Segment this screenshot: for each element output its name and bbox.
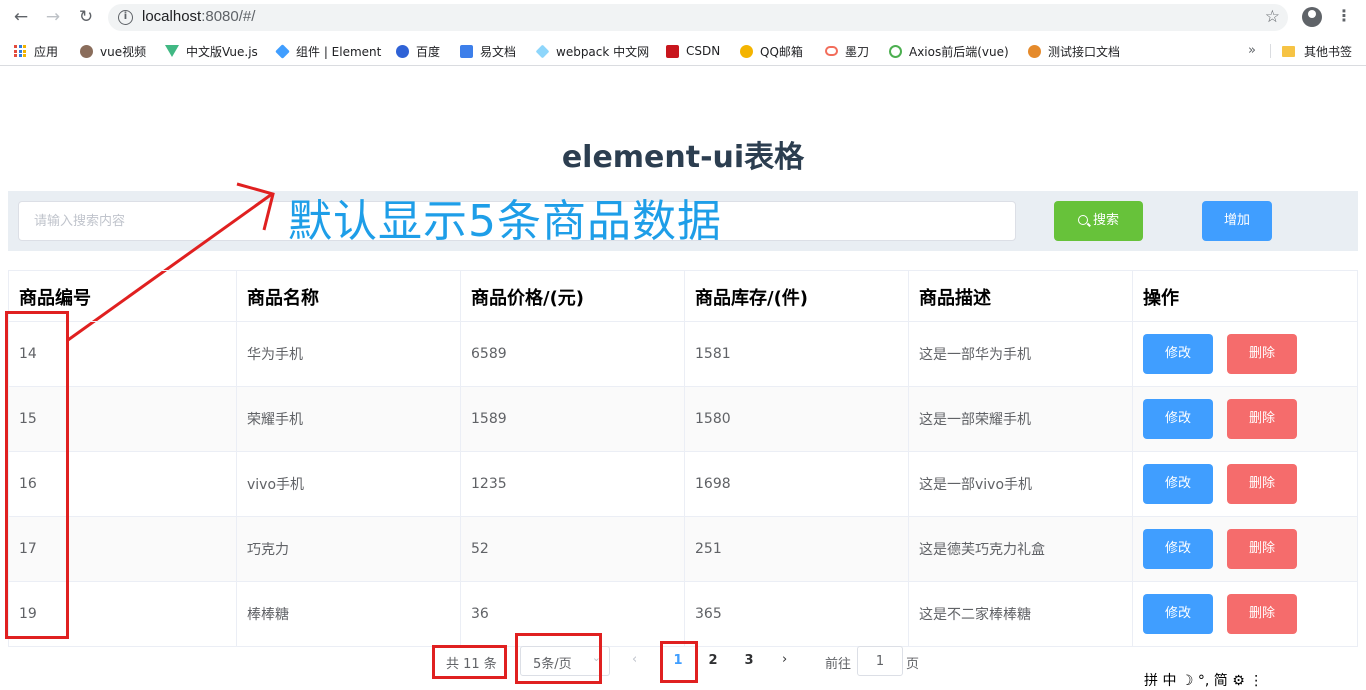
annotation-text: 默认显示5条商品数据 — [288, 196, 722, 247]
page-suffix: 页 — [906, 657, 920, 672]
cell-price: 1589 — [461, 387, 685, 451]
cell-stock: 251 — [685, 517, 909, 581]
page-number-2[interactable]: 2 — [700, 653, 726, 668]
cell-name: vivo手机 — [237, 452, 461, 516]
cell-desc: 这是德芙巧克力礼盒 — [909, 517, 1133, 581]
table-row: 19 棒棒糖 36 365 这是不二家棒棒糖 修改 删除 — [8, 582, 1358, 647]
cell-desc: 这是一部荣耀手机 — [909, 387, 1133, 451]
goto-page-input[interactable] — [857, 646, 903, 676]
prev-page-icon[interactable]: ‹ — [632, 652, 637, 667]
cell-desc: 这是一部vivo手机 — [909, 452, 1133, 516]
edit-button[interactable]: 修改 — [1143, 399, 1213, 439]
product-table: 商品编号 商品名称 商品价格/(元) 商品库存/(件) 商品描述 操作 14 华… — [8, 270, 1358, 647]
table-row: 17 巧克力 52 251 这是德芙巧克力礼盒 修改 删除 — [8, 517, 1358, 582]
annotation-box-page-size — [515, 633, 602, 684]
annotation-box-total — [432, 645, 507, 679]
cell-stock: 365 — [685, 582, 909, 646]
next-page-icon[interactable]: › — [782, 652, 787, 667]
table-row: 14 华为手机 6589 1581 这是一部华为手机 修改 删除 — [8, 322, 1358, 387]
table-header: 商品编号 商品名称 商品价格/(元) 商品库存/(件) 商品描述 操作 — [8, 271, 1358, 322]
cell-actions: 修改 删除 — [1133, 322, 1358, 386]
cell-price: 6589 — [461, 322, 685, 386]
table-row: 16 vivo手机 1235 1698 这是一部vivo手机 修改 删除 — [8, 452, 1358, 517]
cell-stock: 1580 — [685, 387, 909, 451]
cell-name: 华为手机 — [237, 322, 461, 386]
header-name[interactable]: 商品名称 — [237, 271, 461, 321]
header-desc[interactable]: 商品描述 — [909, 271, 1133, 321]
cell-name: 棒棒糖 — [237, 582, 461, 646]
delete-button[interactable]: 删除 — [1227, 334, 1297, 374]
cell-actions: 修改 删除 — [1133, 387, 1358, 451]
cell-price: 1235 — [461, 452, 685, 516]
delete-button[interactable]: 删除 — [1227, 529, 1297, 569]
delete-button[interactable]: 删除 — [1227, 594, 1297, 634]
cell-actions: 修改 删除 — [1133, 452, 1358, 516]
cell-actions: 修改 删除 — [1133, 517, 1358, 581]
page-number-3[interactable]: 3 — [736, 653, 762, 668]
header-stock[interactable]: 商品库存/(件) — [685, 271, 909, 321]
annotation-box-current-page — [660, 641, 698, 683]
delete-button[interactable]: 删除 — [1227, 464, 1297, 504]
header-price[interactable]: 商品价格/(元) — [461, 271, 685, 321]
cell-stock: 1581 — [685, 322, 909, 386]
edit-button[interactable]: 修改 — [1143, 594, 1213, 634]
delete-button[interactable]: 删除 — [1227, 399, 1297, 439]
header-actions: 操作 — [1133, 271, 1358, 321]
cell-price: 52 — [461, 517, 685, 581]
table-row: 15 荣耀手机 1589 1580 这是一部荣耀手机 修改 删除 — [8, 387, 1358, 452]
goto-label: 前往 — [825, 657, 852, 672]
cell-name: 巧克力 — [237, 517, 461, 581]
cell-stock: 1698 — [685, 452, 909, 516]
cell-name: 荣耀手机 — [237, 387, 461, 451]
ime-status-bar: 拼 中 ☽ °, 简 ⚙ ⋮ — [1144, 673, 1264, 689]
annotation-box-ids — [5, 311, 69, 639]
cell-actions: 修改 删除 — [1133, 582, 1358, 646]
cell-desc: 这是一部华为手机 — [909, 322, 1133, 386]
edit-button[interactable]: 修改 — [1143, 529, 1213, 569]
edit-button[interactable]: 修改 — [1143, 464, 1213, 504]
cell-desc: 这是不二家棒棒糖 — [909, 582, 1133, 646]
edit-button[interactable]: 修改 — [1143, 334, 1213, 374]
